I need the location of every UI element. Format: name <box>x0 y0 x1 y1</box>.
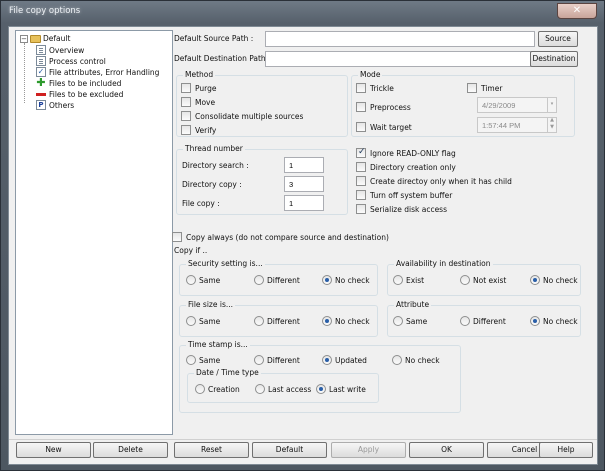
tree-item-others[interactable]: P Others <box>36 100 74 110</box>
copy-always-checkbox[interactable]: Copy always (do not compare source and d… <box>172 232 389 242</box>
folder-icon <box>30 34 41 43</box>
minus-icon <box>36 89 46 99</box>
attribute-no-check-radio[interactable]: No check <box>530 316 578 326</box>
time-stamp-no-check-radio[interactable]: No check <box>392 355 440 365</box>
ok-button[interactable]: OK <box>409 442 484 458</box>
attribute-different-radio[interactable]: Different <box>460 316 506 326</box>
date-last-access-radio[interactable]: Last access <box>255 384 311 394</box>
default-button[interactable]: Default <box>252 442 327 458</box>
destination-path-label: Default Destination Path : <box>174 54 271 63</box>
time-stamp-updated-radio[interactable]: Updated <box>322 355 367 365</box>
file-size-different-radio[interactable]: Different <box>254 316 300 326</box>
source-button[interactable]: Source <box>538 31 578 47</box>
dialog-client: − Default Overview Process control ✓ Fil… <box>8 26 598 465</box>
directory-creation-only-checkbox[interactable]: Directory creation only <box>356 162 456 172</box>
file-copy-input[interactable] <box>284 195 324 211</box>
apply-button[interactable]: Apply <box>331 442 406 458</box>
source-path-input[interactable] <box>265 31 535 47</box>
security-no-check-radio[interactable]: No check <box>322 275 370 285</box>
tree-item-files-included[interactable]: ✚ Files to be included <box>36 76 122 89</box>
tree-item-file-attributes[interactable]: ✓ File attributes, Error Handling <box>36 67 159 77</box>
date-creation-radio[interactable]: Creation <box>195 384 240 394</box>
document-icon <box>36 56 46 66</box>
preprocess-date-picker[interactable] <box>477 97 557 113</box>
security-different-radio[interactable]: Different <box>254 275 300 285</box>
directory-search-input[interactable] <box>284 157 324 173</box>
security-same-radio[interactable]: Same <box>186 275 220 285</box>
tree-item-process-control[interactable]: Process control <box>36 56 106 66</box>
destination-button[interactable]: Destination <box>530 51 578 67</box>
collapse-icon[interactable]: − <box>20 34 28 43</box>
file-size-no-check-radio[interactable]: No check <box>322 316 370 326</box>
wait-target-checkbox[interactable]: Wait target <box>356 122 412 132</box>
create-directory-child-checkbox[interactable]: Create directoy only when it has child <box>356 176 512 186</box>
tree-root-label: Default <box>43 34 71 43</box>
file-size-same-radio[interactable]: Same <box>186 316 220 326</box>
properties-icon: P <box>36 100 46 110</box>
method-title: Method <box>183 70 216 79</box>
date-last-write-radio[interactable]: Last write <box>316 384 366 394</box>
reset-button[interactable]: Reset <box>174 442 249 458</box>
file-copy-label: File copy : <box>182 199 220 208</box>
button-separator <box>9 439 597 440</box>
plus-icon: ✚ <box>36 76 46 89</box>
tree-item-label: Files to be excluded <box>49 89 124 99</box>
help-button[interactable]: Help <box>539 442 593 458</box>
window-title: File copy options <box>9 6 81 16</box>
tree-connector <box>24 43 25 103</box>
time-stamp-different-radio[interactable]: Different <box>254 355 300 365</box>
tree-item-files-excluded[interactable]: Files to be excluded <box>36 89 123 99</box>
verify-checkbox[interactable]: Verify <box>181 125 216 135</box>
copy-if-title: Copy if .. <box>174 246 208 255</box>
directory-copy-label: Directory copy : <box>182 180 242 189</box>
close-button[interactable]: ✕ <box>557 3 597 19</box>
time-stamp-same-radio[interactable]: Same <box>186 355 220 365</box>
calendar-dropdown-icon[interactable]: ▾ <box>547 97 556 113</box>
tree-item-label: Overview <box>49 45 85 55</box>
file-copy-options-window: File copy options ✕ − Default Overview P… <box>0 0 605 471</box>
trickle-checkbox[interactable]: Trickle <box>356 83 394 93</box>
close-icon: ✕ <box>572 5 582 16</box>
directory-search-label: Directory search : <box>182 161 249 170</box>
tree-item-label: Process control <box>49 56 106 66</box>
tree-item-label: File attributes, Error Handling <box>49 67 160 77</box>
attribute-same-radio[interactable]: Same <box>393 316 427 326</box>
new-button[interactable]: New <box>16 442 91 458</box>
source-path-label: Default Source Path : <box>174 34 254 43</box>
time-spinner-icon[interactable]: ▲ ▼ <box>547 117 556 133</box>
tree-item-label: Others <box>49 100 75 110</box>
mode-title: Mode <box>358 70 383 79</box>
tree-root-default[interactable]: − Default <box>20 34 70 43</box>
title-bar[interactable]: File copy options ✕ <box>1 1 604 23</box>
document-icon <box>36 45 46 55</box>
availability-no-check-radio[interactable]: No check <box>530 275 578 285</box>
wait-time-input[interactable] <box>477 117 557 133</box>
availability-not-exist-radio[interactable]: Not exist <box>460 275 506 285</box>
tree-item-label: Files to be included <box>49 78 122 88</box>
thread-number-title: Thread number <box>183 144 245 153</box>
availability-exist-radio[interactable]: Exist <box>393 275 424 285</box>
timer-checkbox[interactable]: Timer <box>467 83 502 93</box>
destination-path-input[interactable] <box>265 51 535 67</box>
preprocess-checkbox[interactable]: Preprocess <box>356 102 411 112</box>
tree-item-overview[interactable]: Overview <box>36 45 84 55</box>
turn-off-buffer-checkbox[interactable]: Turn off system buffer <box>356 190 452 200</box>
options-tree: − Default Overview Process control ✓ Fil… <box>15 30 173 435</box>
move-checkbox[interactable]: Move <box>181 97 215 107</box>
purge-checkbox[interactable]: Purge <box>181 83 216 93</box>
serialize-disk-checkbox[interactable]: Serialize disk access <box>356 204 447 214</box>
delete-button[interactable]: Delete <box>93 442 168 458</box>
consolidate-checkbox[interactable]: Consolidate multiple sources <box>181 111 303 121</box>
directory-copy-input[interactable] <box>284 176 324 192</box>
ignore-readonly-checkbox[interactable]: Ignore READ-ONLY flag <box>356 147 456 158</box>
